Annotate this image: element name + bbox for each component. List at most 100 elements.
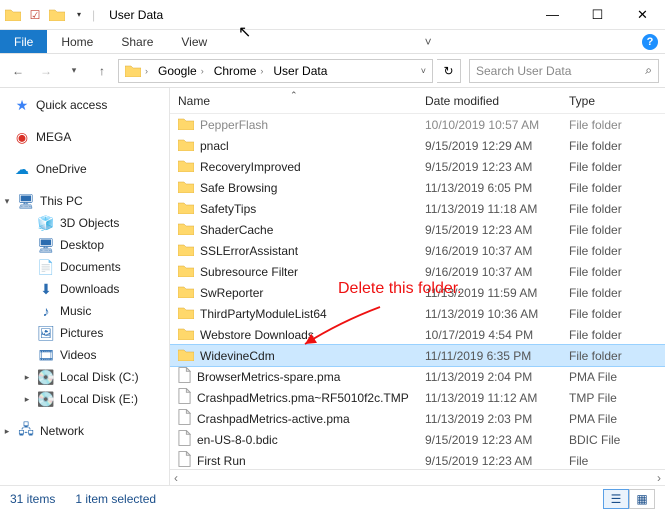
breadcrumb-root-icon[interactable]: › [121,60,152,82]
file-row[interactable]: SafetyTips11/13/2019 11:18 AMFile folder [170,198,665,219]
file-icon [178,409,191,428]
file-type: File folder [565,286,665,300]
tree-item[interactable]: 🎞Videos [0,344,167,366]
qat-dropdown-icon[interactable]: ▾ [70,6,88,24]
file-date: 9/15/2019 12:29 AM [425,139,565,153]
maximize-button[interactable]: ☐ [575,0,620,30]
column-type[interactable]: Type [565,94,665,108]
file-type: File folder [565,223,665,237]
folder-icon [178,159,194,175]
ribbon-options-button[interactable]: ˅ [413,30,443,53]
file-date: 11/13/2019 11:12 AM [425,391,565,405]
file-row[interactable]: PepperFlash10/10/2019 10:57 AMFile folde… [170,114,665,135]
file-row[interactable]: SSLErrorAssistant9/16/2019 10:37 AMFile … [170,240,665,261]
sort-indicator-icon: ⌃ [290,90,298,101]
file-date: 11/13/2019 10:36 AM [425,307,565,321]
file-type: File folder [565,328,665,342]
file-row[interactable]: ThirdPartyModuleList64 11/13/2019 10:36 A… [170,303,665,324]
file-name: pnacl [200,139,229,153]
file-name: Safe Browsing [200,181,277,195]
tree-item[interactable]: 🖼Pictures [0,322,167,344]
thumbnails-view-button[interactable]: ▦ [629,489,655,509]
file-row[interactable]: ShaderCache 9/15/2019 12:23 AMFile folder [170,219,665,240]
file-row[interactable]: en-US-8-0.bdic9/15/2019 12:23 AMBDIC Fil… [170,429,665,450]
file-row[interactable]: CrashpadMetrics.pma~RF5010f2c.TMP11/13/2… [170,387,665,408]
file-date: 9/16/2019 10:37 AM [425,244,565,258]
tree-item[interactable]: ▸💽Local Disk (E:) [0,388,167,410]
file-name: SafetyTips [200,202,256,216]
search-icon: ⌕ [645,63,652,78]
file-row[interactable]: Safe Browsing11/13/2019 6:05 PMFile fold… [170,177,665,198]
tree-item[interactable]: ♪Music [0,300,167,322]
onedrive-node[interactable]: ☁OneDrive [0,158,167,180]
up-button[interactable]: ↑ [90,59,114,83]
horizontal-scrollbar[interactable]: ‹› [170,469,665,485]
file-date: 9/16/2019 10:37 AM [425,265,565,279]
share-tab[interactable]: Share [107,30,167,53]
file-name: SSLErrorAssistant [200,244,298,258]
recent-dropdown[interactable]: ▾ [62,59,86,83]
file-row[interactable]: Webstore Downloads10/17/2019 4:54 PMFile… [170,324,665,345]
address-bar[interactable]: › Google› Chrome› User Data ˅ [118,59,433,83]
file-name: CrashpadMetrics-active.pma [197,412,350,426]
file-row[interactable]: pnacl 9/15/2019 12:29 AMFile folder [170,135,665,156]
file-date: 9/15/2019 12:23 AM [425,454,565,468]
nav-tree[interactable]: ★Quick access ◉MEGA ☁OneDrive ▾🖥This PC … [0,88,170,485]
tree-item[interactable]: ▸💽Local Disk (C:) [0,366,167,388]
file-row[interactable]: WidevineCdm11/11/2019 6:35 PMFile folder [170,345,665,366]
minimize-button[interactable]: — [530,0,575,30]
tree-item[interactable]: ⬇Downloads [0,278,167,300]
file-row[interactable]: First Run9/15/2019 12:23 AMFile [170,450,665,469]
address-dropdown-icon[interactable]: ˅ [421,66,430,76]
file-date: 10/17/2019 4:54 PM [425,328,565,342]
status-selection: 1 item selected [75,492,156,506]
file-type: File folder [565,139,665,153]
qat-properties-icon[interactable]: ☑ [26,6,44,24]
view-tab[interactable]: View [167,30,221,53]
help-button[interactable]: ? [635,30,665,53]
file-name: ShaderCache [200,223,273,237]
file-list: ⌃ Name Date modified Type PepperFlash10/… [170,88,665,485]
tree-item[interactable]: 📄Documents [0,256,167,278]
file-tab[interactable]: File [0,30,47,53]
file-name: Subresource Filter [200,265,298,279]
folder-icon [178,285,194,301]
folder-icon [178,243,194,259]
breadcrumb-segment: Google› [154,60,208,82]
breadcrumb-segment: User Data [269,60,331,82]
close-button[interactable]: ✕ [620,0,665,30]
folder-icon [178,201,194,217]
details-view-button[interactable]: ☰ [603,489,629,509]
file-type: PMA File [565,370,665,384]
file-type: TMP File [565,391,665,405]
quick-access-node[interactable]: ★Quick access [0,94,167,116]
file-icon [178,388,191,407]
window-title: User Data [99,8,530,22]
forward-button[interactable]: → [34,59,58,83]
file-row[interactable]: CrashpadMetrics-active.pma11/13/2019 2:0… [170,408,665,429]
file-name: ThirdPartyModuleList64 [200,307,327,321]
folder-icon [178,327,194,343]
tree-item[interactable]: 🧊3D Objects [0,212,167,234]
back-button[interactable]: ← [6,59,30,83]
mega-node[interactable]: ◉MEGA [0,126,167,148]
home-tab[interactable]: Home [47,30,107,53]
cursor-icon: ↖ [238,22,251,42]
folder-icon [178,348,194,364]
file-row[interactable]: BrowserMetrics-spare.pma11/13/2019 2:04 … [170,366,665,387]
this-pc-node[interactable]: ▾🖥This PC [0,190,167,212]
network-node[interactable]: ▸🖧Network [0,420,167,442]
search-input[interactable]: Search User Data ⌕ [469,59,659,83]
file-row[interactable]: RecoveryImproved9/15/2019 12:23 AMFile f… [170,156,665,177]
file-type: File folder [565,265,665,279]
folder-icon [178,138,194,154]
refresh-button[interactable]: ↻ [437,59,461,83]
file-date: 9/15/2019 12:23 AM [425,223,565,237]
column-headers[interactable]: ⌃ Name Date modified Type [170,88,665,114]
file-row[interactable]: SwReporter11/13/2019 11:59 AMFile folder [170,282,665,303]
file-row[interactable]: Subresource Filter 9/16/2019 10:37 AMFile… [170,261,665,282]
column-date[interactable]: Date modified [425,94,565,108]
tree-item[interactable]: 🖥Desktop [0,234,167,256]
qat-folder-icon[interactable] [48,6,66,24]
nav-bar: ← → ▾ ↑ › Google› Chrome› User Data ˅ ↻ … [0,54,665,88]
